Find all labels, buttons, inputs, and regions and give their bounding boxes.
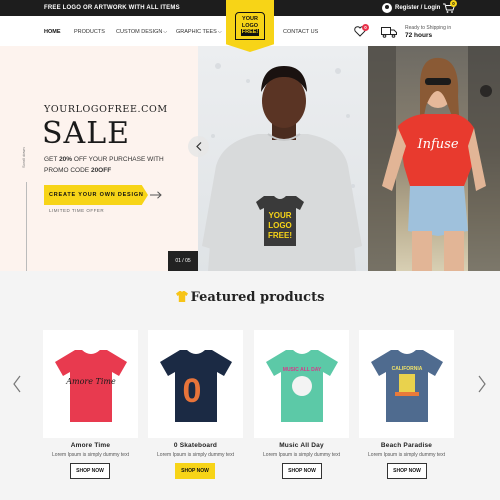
product-description: Lorem Ipsum is simply dummy text — [368, 452, 445, 458]
promo-text: FREE LOGO OR ARTWORK WITH ALL ITEMS — [44, 5, 180, 11]
tshirt-icon — [175, 291, 188, 302]
woman-illustration: Infuse — [368, 46, 500, 271]
hero-offer-text: GET 20% OFF YOUR PURCHASE WITH PROMO COD… — [44, 154, 194, 176]
man-shirt-text-2: LOGO — [268, 221, 292, 230]
featured-title: Featured products — [0, 290, 500, 305]
product-name[interactable]: Beach Paradise — [359, 442, 454, 449]
product-print-text: CALIFORNIA — [391, 366, 422, 372]
chevron-right-icon — [478, 375, 486, 393]
product-card[interactable]: 0 — [148, 330, 243, 438]
truck-icon — [381, 27, 397, 38]
man-shirt-text-3: FREE! — [268, 231, 292, 240]
shop-now-button[interactable]: SHOP NOW — [387, 463, 427, 479]
featured-title-label: Featured products — [190, 290, 325, 305]
chevron-left-icon — [195, 142, 201, 151]
wishlist-button[interactable]: 0 — [354, 24, 369, 38]
product-name[interactable]: Amore Time — [43, 442, 138, 449]
site-logo[interactable]: YOUR LOGO FREE! — [226, 0, 274, 52]
shop-now-button[interactable]: SHOP NOW — [70, 463, 110, 479]
product-print-text: 0 — [182, 372, 201, 410]
chevron-down-icon: ⌵ — [217, 29, 222, 35]
product-tshirt-image: CALIFORNIA — [370, 350, 443, 422]
carousel-next-button[interactable] — [477, 375, 487, 393]
product-description: Lorem Ipsum is simply dummy text — [157, 452, 234, 458]
product-card[interactable]: Amore Time — [43, 330, 138, 438]
offer-pre: GET — [44, 156, 60, 163]
slide-counter: 01 / 05 — [168, 251, 198, 271]
nav-home[interactable]: HOME — [44, 29, 61, 35]
product-tshirt-image: 0 — [159, 350, 232, 422]
logo-line-3: FREE! — [240, 29, 260, 36]
nav-custom-design-label: CUSTOM DESIGN — [116, 29, 163, 35]
shipping-line-2: 72 hours — [405, 32, 433, 39]
slider-prev-button[interactable] — [188, 136, 209, 157]
offer-mid: OFF YOUR PURCHASE WITH — [72, 156, 164, 163]
nav-products[interactable]: PRODUCTS — [74, 29, 105, 35]
product-name[interactable]: Music All Day — [254, 442, 349, 449]
shipping-line-1: Ready to Shipping in — [405, 25, 452, 31]
user-icon — [382, 3, 392, 13]
nav-graphic-tees-label: GRAPHIC TEES — [176, 29, 217, 35]
scroll-down-label: Scroll down — [21, 147, 26, 168]
product-card[interactable]: CALIFORNIA — [359, 330, 454, 438]
product-description: Lorem Ipsum is simply dummy text — [52, 452, 129, 458]
hero-brand: YOURLOGOFREE.COM — [44, 104, 168, 115]
product-tshirt-image: Amore Time — [54, 350, 127, 422]
man-shirt-text-1: YOUR — [268, 211, 291, 220]
nav-graphic-tees[interactable]: GRAPHIC TEES⌵ — [176, 29, 222, 35]
hero-slider: YOUR LOGO FREE! Infuse YOURLOGOFREE.COM … — [0, 46, 500, 271]
logo-mark: YOUR LOGO FREE! — [235, 12, 265, 40]
product-tshirt-image: MUSIC ALL DAY — [265, 350, 338, 422]
product-print-text: Amore Time — [65, 377, 116, 386]
offer-percent: 20% — [59, 156, 73, 163]
chevron-left-icon — [13, 375, 21, 393]
shop-now-button[interactable]: SHOP NOW — [175, 463, 215, 479]
nav-contact-us[interactable]: CONTACT US — [283, 29, 318, 35]
shipping-info: Ready to Shipping in 72 hours — [405, 25, 451, 39]
product-print-text: MUSIC ALL DAY — [282, 367, 321, 373]
offer-code: 20OFF — [90, 167, 112, 174]
register-login-link[interactable]: Register / Login — [382, 3, 440, 13]
cart-button[interactable]: 0 — [443, 0, 457, 13]
limited-offer-label: LIMITED TIME OFFER — [49, 208, 105, 213]
hero-headline: SALE — [42, 116, 131, 151]
man-illustration: YOUR LOGO FREE! — [202, 63, 362, 271]
product-description: Lorem Ipsum is simply dummy text — [263, 452, 340, 458]
woman-shirt-text: Infuse — [416, 137, 458, 152]
cart-count-badge: 0 — [450, 0, 457, 7]
product-card[interactable]: MUSIC ALL DAY — [254, 330, 349, 438]
create-design-button[interactable]: CREATE YOUR OWN DESIGN — [44, 185, 148, 205]
chevron-down-icon: ⌵ — [163, 29, 168, 35]
shop-now-button[interactable]: SHOP NOW — [282, 463, 322, 479]
nav-custom-design[interactable]: CUSTOM DESIGN⌵ — [116, 29, 167, 35]
hero-photo-woman: Infuse — [368, 46, 500, 271]
register-login-label: Register / Login — [395, 5, 441, 11]
product-name[interactable]: 0 Skateboard — [148, 442, 243, 449]
wishlist-count-badge: 0 — [362, 24, 369, 31]
carousel-prev-button[interactable] — [12, 375, 22, 393]
arrow-right-icon[interactable] — [150, 191, 162, 199]
offer-line2: PROMO CODE — [44, 167, 91, 174]
hero-photo-man: YOUR LOGO FREE! — [198, 46, 368, 271]
